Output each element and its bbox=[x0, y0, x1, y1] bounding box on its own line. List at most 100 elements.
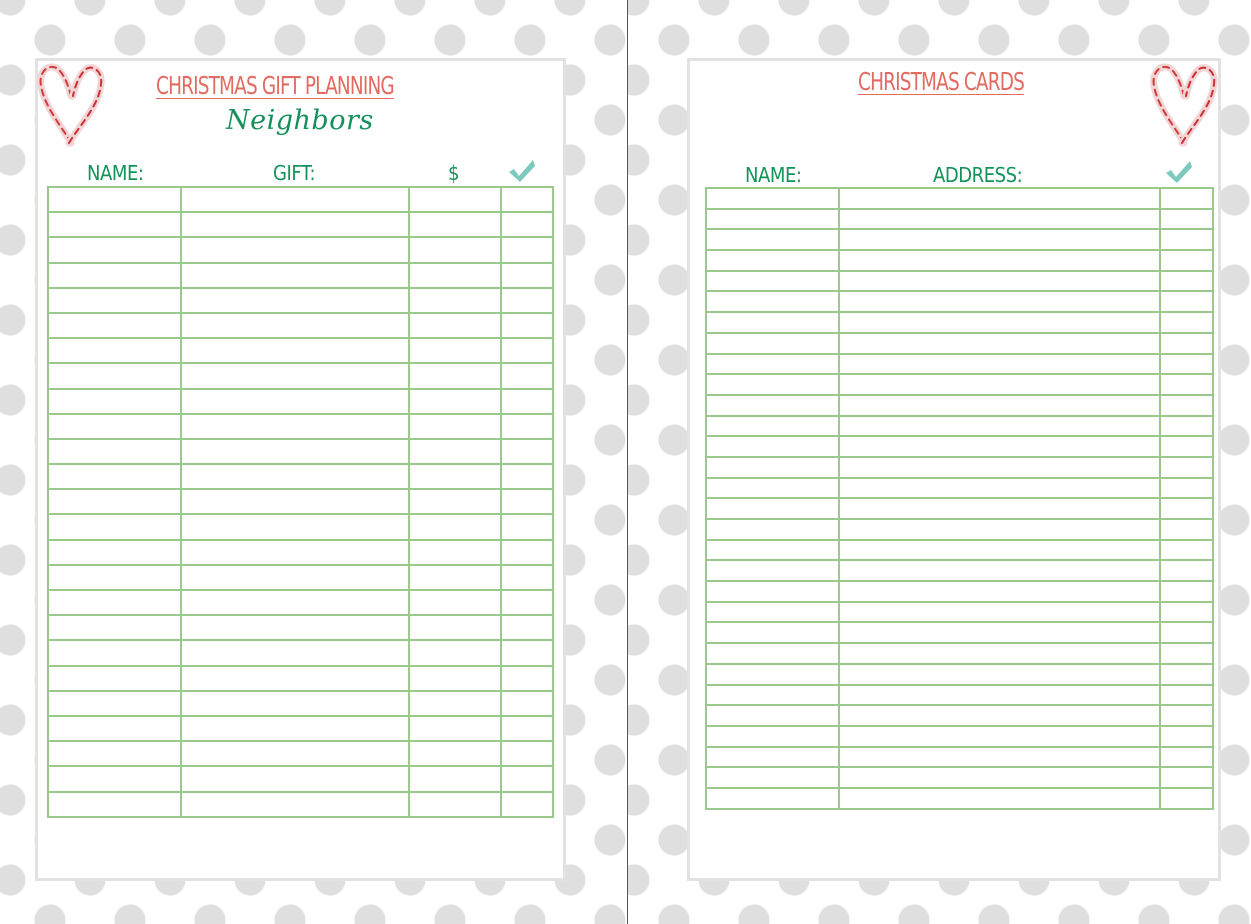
done-cell[interactable] bbox=[1159, 704, 1214, 727]
done-cell[interactable] bbox=[1159, 580, 1214, 603]
amount-cell[interactable] bbox=[408, 387, 502, 415]
done-cell[interactable] bbox=[1159, 642, 1214, 665]
amount-cell[interactable] bbox=[408, 714, 502, 743]
done-cell[interactable] bbox=[500, 488, 554, 516]
name-cell[interactable] bbox=[705, 600, 840, 624]
name-cell[interactable] bbox=[705, 538, 840, 562]
done-cell[interactable] bbox=[1159, 435, 1214, 458]
address-cell[interactable] bbox=[838, 704, 1161, 727]
done-cell[interactable] bbox=[1159, 662, 1214, 686]
done-cell[interactable] bbox=[1159, 228, 1214, 252]
done-cell[interactable] bbox=[500, 437, 554, 466]
gift-cell[interactable] bbox=[180, 639, 410, 667]
gift-cell[interactable] bbox=[180, 286, 410, 314]
name-cell[interactable] bbox=[47, 236, 182, 264]
amount-cell[interactable] bbox=[408, 286, 502, 314]
amount-cell[interactable] bbox=[408, 563, 502, 592]
done-cell[interactable] bbox=[500, 588, 554, 617]
done-cell[interactable] bbox=[500, 463, 554, 491]
name-cell[interactable] bbox=[47, 765, 182, 793]
address-cell[interactable] bbox=[838, 207, 1161, 231]
done-cell[interactable] bbox=[1159, 249, 1214, 272]
name-cell[interactable] bbox=[705, 352, 840, 376]
address-cell[interactable] bbox=[838, 786, 1161, 810]
name-cell[interactable] bbox=[47, 337, 182, 365]
amount-cell[interactable] bbox=[408, 437, 502, 466]
done-cell[interactable] bbox=[500, 714, 554, 743]
address-cell[interactable] bbox=[838, 373, 1161, 396]
name-cell[interactable] bbox=[705, 414, 840, 438]
name-cell[interactable] bbox=[705, 290, 840, 314]
done-cell[interactable] bbox=[1159, 621, 1214, 645]
name-cell[interactable] bbox=[47, 311, 182, 340]
done-cell[interactable] bbox=[1159, 373, 1214, 396]
done-cell[interactable] bbox=[1159, 766, 1214, 789]
gift-cell[interactable] bbox=[180, 236, 410, 264]
name-cell[interactable] bbox=[47, 538, 182, 566]
done-cell[interactable] bbox=[500, 236, 554, 264]
address-cell[interactable] bbox=[838, 580, 1161, 603]
name-cell[interactable] bbox=[705, 331, 840, 355]
address-cell[interactable] bbox=[838, 476, 1161, 500]
name-cell[interactable] bbox=[705, 455, 840, 479]
address-cell[interactable] bbox=[838, 414, 1161, 438]
amount-cell[interactable] bbox=[408, 740, 502, 768]
done-cell[interactable] bbox=[1159, 786, 1214, 810]
done-cell[interactable] bbox=[500, 790, 554, 818]
name-cell[interactable] bbox=[705, 187, 840, 210]
amount-cell[interactable] bbox=[408, 211, 502, 239]
name-cell[interactable] bbox=[705, 373, 840, 396]
address-cell[interactable] bbox=[838, 290, 1161, 314]
address-cell[interactable] bbox=[838, 393, 1161, 417]
address-cell[interactable] bbox=[838, 187, 1161, 210]
done-cell[interactable] bbox=[500, 689, 554, 717]
done-cell[interactable] bbox=[500, 211, 554, 239]
done-cell[interactable] bbox=[1159, 518, 1214, 541]
name-cell[interactable] bbox=[705, 269, 840, 293]
name-cell[interactable] bbox=[705, 621, 840, 645]
gift-cell[interactable] bbox=[180, 211, 410, 239]
amount-cell[interactable] bbox=[408, 337, 502, 365]
done-cell[interactable] bbox=[1159, 352, 1214, 376]
done-cell[interactable] bbox=[1159, 311, 1214, 334]
amount-cell[interactable] bbox=[408, 261, 502, 289]
gift-cell[interactable] bbox=[180, 664, 410, 692]
done-cell[interactable] bbox=[1159, 600, 1214, 624]
name-cell[interactable] bbox=[47, 714, 182, 743]
done-cell[interactable] bbox=[1159, 476, 1214, 500]
amount-cell[interactable] bbox=[408, 463, 502, 491]
address-cell[interactable] bbox=[838, 518, 1161, 541]
amount-cell[interactable] bbox=[408, 311, 502, 340]
gift-cell[interactable] bbox=[180, 488, 410, 516]
name-cell[interactable] bbox=[47, 740, 182, 768]
name-cell[interactable] bbox=[705, 311, 840, 334]
done-cell[interactable] bbox=[1159, 538, 1214, 562]
amount-cell[interactable] bbox=[408, 185, 502, 214]
done-cell[interactable] bbox=[1159, 414, 1214, 438]
gift-cell[interactable] bbox=[180, 362, 410, 390]
done-cell[interactable] bbox=[500, 286, 554, 314]
address-cell[interactable] bbox=[838, 249, 1161, 272]
gift-cell[interactable] bbox=[180, 563, 410, 592]
done-cell[interactable] bbox=[1159, 497, 1214, 520]
gift-cell[interactable] bbox=[180, 387, 410, 415]
amount-cell[interactable] bbox=[408, 664, 502, 692]
name-cell[interactable] bbox=[47, 185, 182, 214]
gift-cell[interactable] bbox=[180, 714, 410, 743]
name-cell[interactable] bbox=[705, 476, 840, 500]
name-cell[interactable] bbox=[47, 664, 182, 692]
name-cell[interactable] bbox=[47, 488, 182, 516]
address-cell[interactable] bbox=[838, 331, 1161, 355]
gift-cell[interactable] bbox=[180, 337, 410, 365]
done-cell[interactable] bbox=[1159, 455, 1214, 479]
gift-cell[interactable] bbox=[180, 261, 410, 289]
gift-cell[interactable] bbox=[180, 689, 410, 717]
done-cell[interactable] bbox=[1159, 331, 1214, 355]
address-cell[interactable] bbox=[838, 228, 1161, 252]
address-cell[interactable] bbox=[838, 683, 1161, 707]
done-cell[interactable] bbox=[500, 261, 554, 289]
amount-cell[interactable] bbox=[408, 412, 502, 440]
address-cell[interactable] bbox=[838, 538, 1161, 562]
name-cell[interactable] bbox=[47, 689, 182, 717]
name-cell[interactable] bbox=[705, 435, 840, 458]
